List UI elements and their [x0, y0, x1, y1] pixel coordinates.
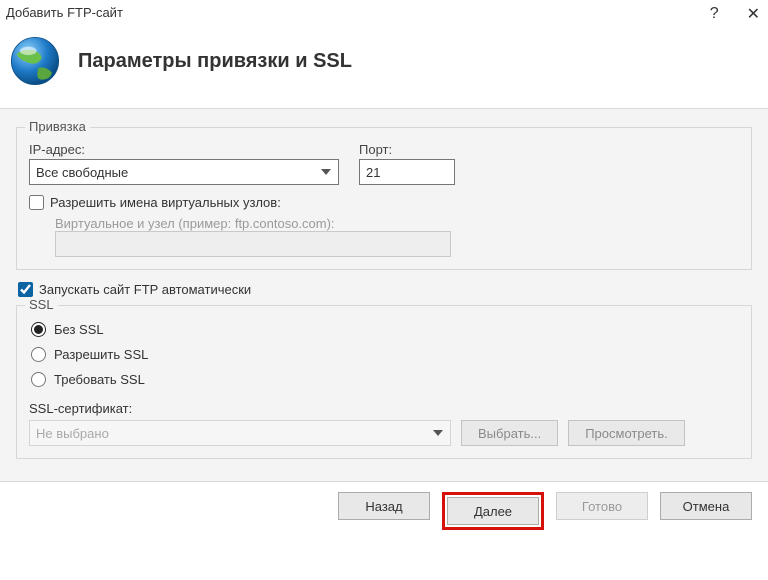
virtual-hosts-label: Разрешить имена виртуальных узлов: — [50, 195, 281, 210]
ssl-none-label: Без SSL — [54, 322, 104, 337]
finish-button: Готово — [556, 492, 648, 520]
help-icon[interactable]: ? — [710, 5, 719, 23]
globe-icon — [8, 34, 62, 88]
binding-group: Привязка IP-адрес: Все свободные Порт: Р… — [16, 127, 752, 270]
port-input[interactable] — [359, 159, 455, 185]
back-button[interactable]: Назад — [338, 492, 430, 520]
ssl-allow-label: Разрешить SSL — [54, 347, 148, 362]
ssl-view-button: Просмотреть. — [568, 420, 685, 446]
virtual-host-hint: Виртуальное и узел (пример: ftp.contoso.… — [55, 216, 739, 231]
next-button-highlight: Далее — [442, 492, 544, 530]
page-title: Параметры привязки и SSL — [78, 50, 352, 73]
ssl-cert-label: SSL-сертификат: — [29, 401, 739, 416]
ssl-none-radio[interactable] — [31, 322, 46, 337]
ssl-legend: SSL — [25, 297, 58, 312]
auto-start-label: Запускать сайт FTP автоматически — [39, 282, 251, 297]
close-icon[interactable]: ✕ — [747, 4, 760, 24]
binding-legend: Привязка — [25, 119, 90, 134]
window-title: Добавить FTP-сайт — [6, 2, 123, 20]
ip-address-select[interactable]: Все свободные — [29, 159, 339, 185]
port-label: Порт: — [359, 142, 455, 157]
ssl-require-radio[interactable] — [31, 372, 46, 387]
virtual-host-input — [55, 231, 451, 257]
cancel-button[interactable]: Отмена — [660, 492, 752, 520]
ip-address-label: IP-адрес: — [29, 142, 339, 157]
ssl-require-label: Требовать SSL — [54, 372, 145, 387]
ssl-select-button: Выбрать... — [461, 420, 558, 446]
next-button[interactable]: Далее — [447, 497, 539, 525]
auto-start-checkbox[interactable] — [18, 282, 33, 297]
virtual-hosts-checkbox[interactable] — [29, 195, 44, 210]
ssl-allow-radio[interactable] — [31, 347, 46, 362]
ssl-cert-select: Не выбрано — [29, 420, 451, 446]
ssl-group: SSL Без SSL Разрешить SSL Требовать SSL … — [16, 305, 752, 459]
